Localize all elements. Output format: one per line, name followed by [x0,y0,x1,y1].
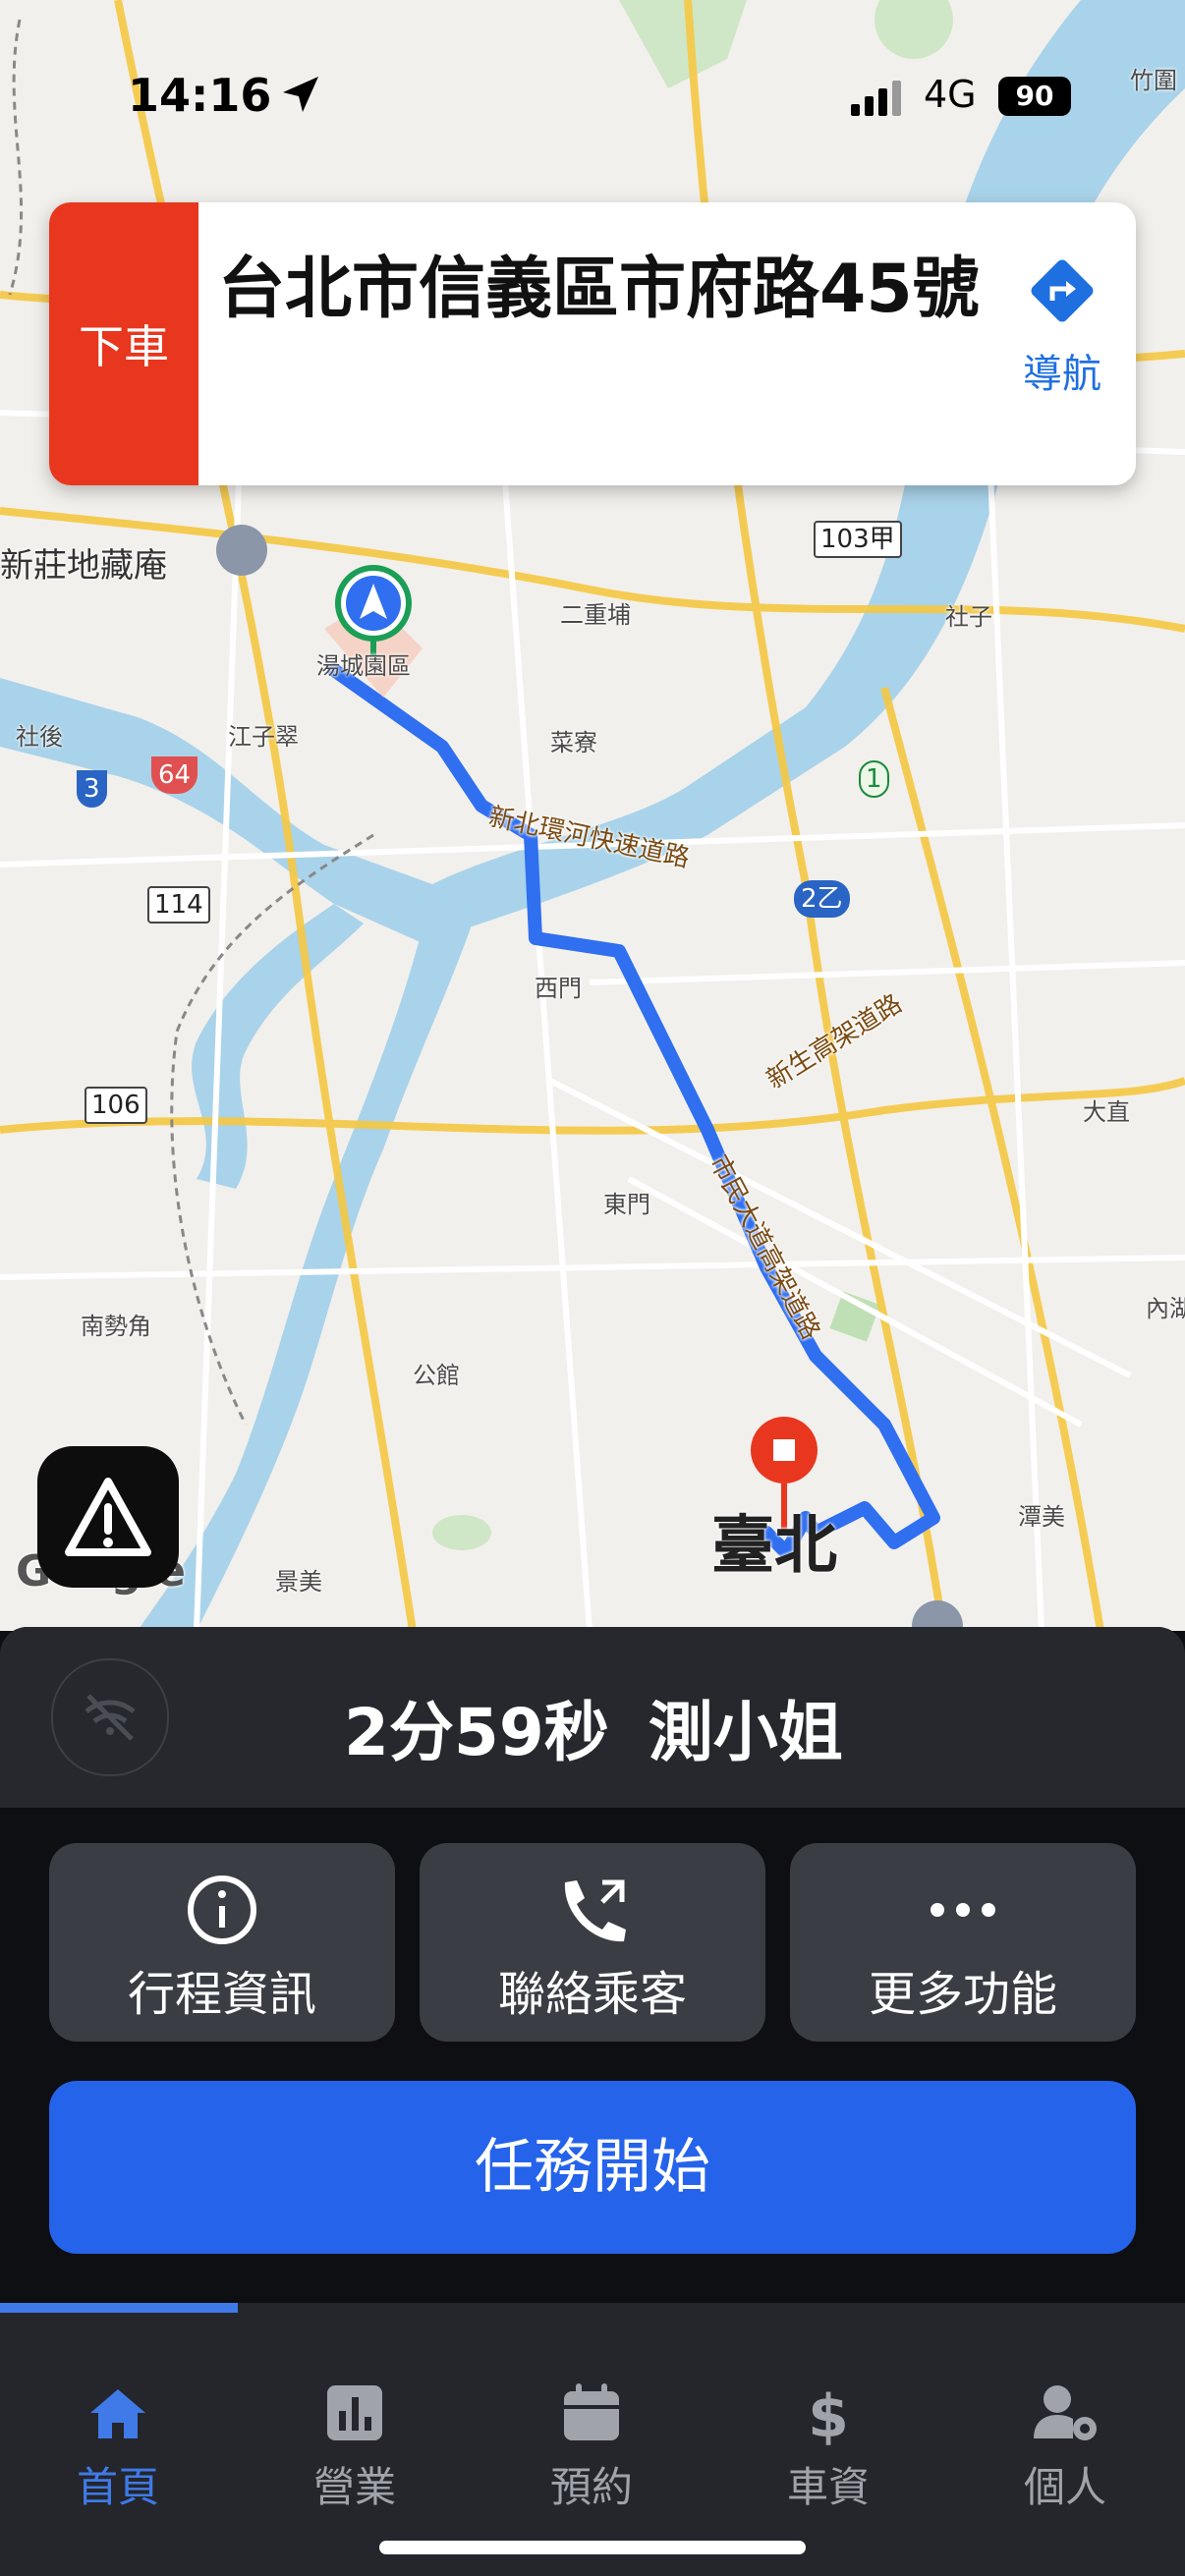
trip-info-bar: 2分59秒 測小姐 [0,1627,1185,1808]
navigate-button[interactable]: 導航 [988,252,1136,428]
map-label: 大直 [1083,1098,1130,1126]
route-shield: 114 [147,886,210,924]
destination-address: 台北市信義區市府路45號 [218,251,980,328]
contact-passenger-button[interactable]: 聯絡乘客 [420,1843,765,2042]
map-label: 社後 [16,723,63,751]
battery-indicator: 90 [998,77,1071,116]
status-bar: 14:16 4G 90 [0,0,1185,196]
tab-profile[interactable]: 個人 [967,2378,1163,2514]
route-shield: 3 [77,770,107,808]
progress-indicator [0,2303,238,2313]
map-label: 西門 [535,975,582,1002]
more-icon [931,1903,995,1917]
map-label: 社子 [945,603,992,631]
tab-label: 首頁 [76,2463,159,2511]
signal-icon [851,81,901,116]
home-indicator [379,2541,806,2554]
route-shield: 2乙 [794,880,850,918]
start-task-button[interactable]: 任務開始 [49,2081,1136,2254]
more-functions-label: 更多功能 [868,1967,1057,2022]
wifi-off-icon [85,1694,136,1741]
route-shield: 103甲 [814,521,902,558]
trip-info-label: 行程資訊 [127,1967,316,2022]
trip-info-button[interactable]: 行程資訊 [49,1843,395,2042]
home-icon [90,2389,145,2438]
alert-button[interactable] [37,1446,179,1588]
tab-label: 車資 [786,2463,870,2511]
bottom-tab-bar: 首頁 營業 預約 $ 車資 個人 [0,2303,1185,2576]
map-label: 內湖 [1146,1295,1185,1322]
eta-text: 2分59秒 [344,1695,609,1770]
contact-passenger-label: 聯絡乘客 [497,1967,687,2022]
navigate-icon [1031,259,1094,322]
more-functions-button[interactable]: 更多功能 [790,1843,1136,2042]
network-type: 4G [924,73,977,116]
connection-toggle[interactable] [51,1658,169,1776]
navigate-label: 導航 [1023,352,1101,397]
user-settings-icon [1034,2385,1097,2440]
svg-text:$: $ [808,2382,849,2448]
tab-home[interactable]: 首頁 [20,2378,216,2514]
map-label: 公館 [413,1362,460,1389]
route-shield: 106 [85,1087,147,1124]
map-label-city: 臺北 [711,1510,837,1583]
tab-label: 營業 [312,2463,396,2511]
map-label: 東門 [603,1191,650,1218]
destination-card: 下車 台北市信義區市府路45號 導航 [49,202,1136,485]
tab-label: 個人 [1023,2463,1106,2511]
trip-info: 2分59秒 測小姐 [344,1680,882,1774]
dollar-icon: $ [808,2382,849,2448]
location-arrow-icon [283,77,318,112]
dropoff-tag: 下車 [49,202,198,485]
calendar-icon [564,2383,619,2440]
warning-icon [65,1478,151,1556]
info-icon [188,1876,256,1944]
map-label: 菜寮 [550,729,597,756]
chart-icon [327,2385,382,2440]
passenger-name: 測小姐 [648,1695,843,1770]
tab-business[interactable]: 營業 [256,2378,453,2514]
tab-fare[interactable]: $ 車資 [730,2378,927,2514]
map-label: 景美 [275,1568,322,1596]
route-shield: 1 [859,760,889,798]
phone-icon [564,1879,626,1942]
map-label: 江子翠 [228,723,299,751]
map-label: 新莊地藏庵 [0,546,167,586]
route-shield: 64 [151,756,198,794]
map-label: 湯城園區 [316,652,411,680]
map-label: 二重埔 [560,601,631,629]
map-label: 潭美 [1018,1503,1065,1531]
status-time: 14:16 [128,69,272,122]
tab-label: 預約 [549,2463,633,2511]
tab-reservation[interactable]: 預約 [493,2378,690,2514]
map-label: 南勢角 [81,1313,151,1340]
